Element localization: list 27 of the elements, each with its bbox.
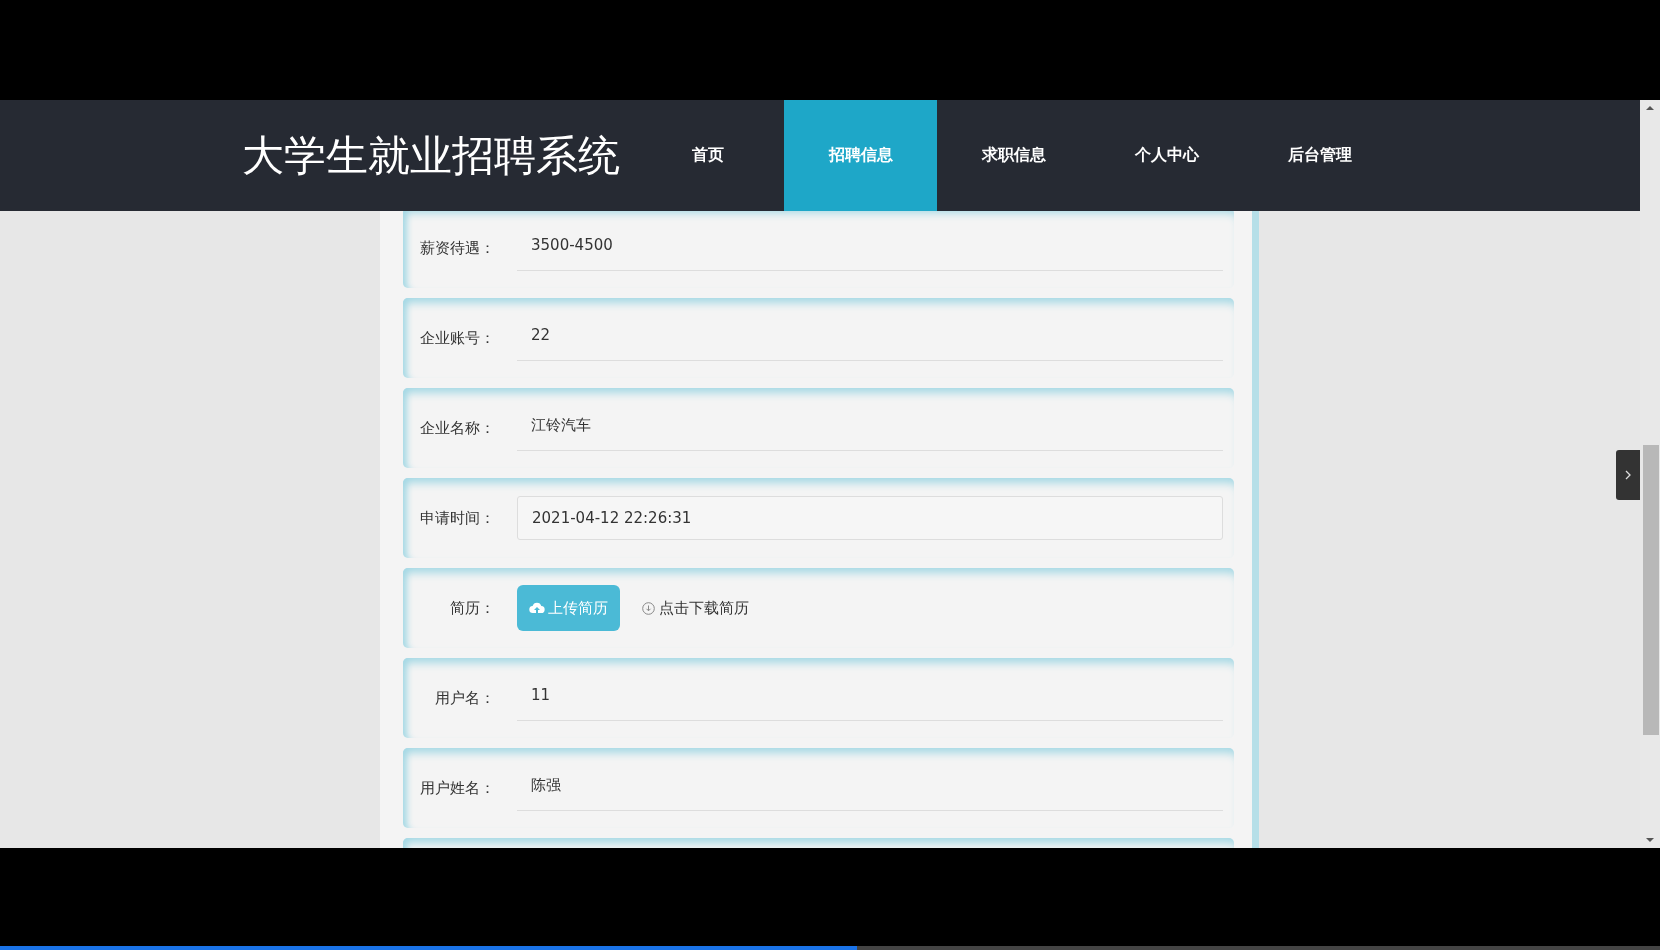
scroll-up-icon[interactable] [1645, 104, 1655, 112]
value-field: 22 [517, 315, 1223, 361]
value-field: 陈强 [517, 765, 1223, 811]
value-field: 3500-4500 [517, 225, 1223, 271]
field-label: 用户姓名： [419, 778, 495, 798]
video-progress-bar[interactable] [0, 946, 1660, 950]
side-toggle-button[interactable] [1616, 450, 1640, 500]
nav-tab[interactable]: 个人中心 [1090, 100, 1243, 211]
cloud-upload-icon [529, 602, 545, 614]
download-icon [642, 601, 655, 615]
site-title: 大学生就业招聘系统 [242, 129, 621, 182]
field-label: 薪资待遇： [419, 238, 495, 258]
nav-tab[interactable]: 后台管理 [1243, 100, 1396, 211]
nav-tab[interactable]: 求职信息 [937, 100, 1090, 211]
download-link[interactable]: 点击下载简历 [659, 598, 749, 618]
scrollbar[interactable] [1640, 100, 1660, 848]
value-field: 11 [517, 675, 1223, 721]
scroll-down-icon[interactable] [1645, 836, 1655, 844]
input-field[interactable]: 2021-04-12 22:26:31 [517, 496, 1223, 540]
value-field: 江铃汽车 [517, 405, 1223, 451]
field-label: 简历： [449, 598, 495, 618]
field-label: 申请时间： [419, 508, 495, 528]
field-label: 用户名： [434, 688, 495, 708]
chevron-right-icon [1624, 469, 1632, 481]
field-label: 企业账号： [419, 328, 495, 348]
field-label: 企业名称： [419, 418, 495, 438]
nav-tab[interactable]: 首页 [631, 100, 784, 211]
